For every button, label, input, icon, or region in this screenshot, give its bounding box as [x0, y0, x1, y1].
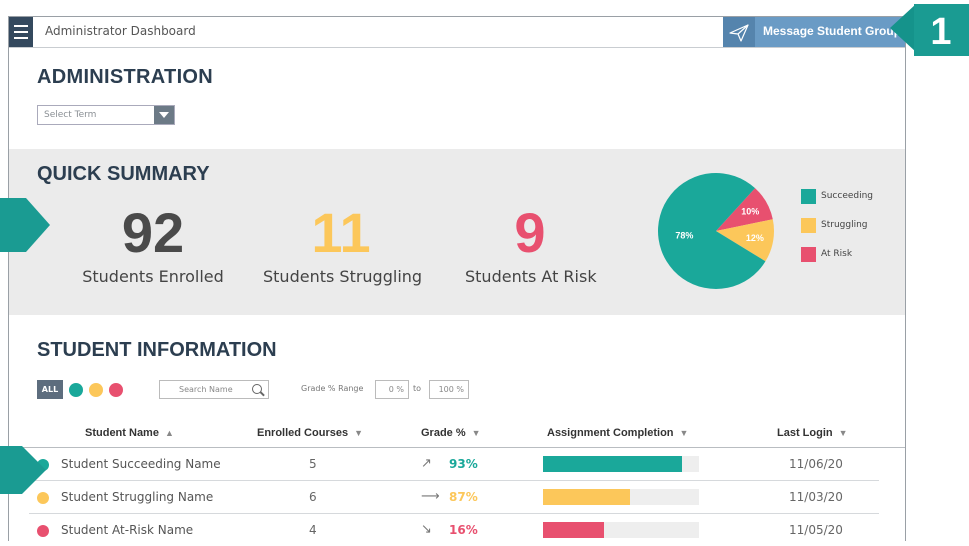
- grade-range-from-input[interactable]: 0 %: [375, 380, 409, 399]
- grade-range-to-input[interactable]: 100 %: [429, 380, 469, 399]
- table-row[interactable]: Student At-Risk Name 4 ↘ 16% 11/05/20: [29, 514, 879, 546]
- trend-down-icon: ↘: [421, 522, 432, 537]
- stat-struggling-label: Students Struggling: [263, 267, 423, 286]
- legend-swatch-succeeding: [801, 189, 816, 204]
- trend-flat-icon: ⟶: [421, 489, 440, 504]
- completion-bar: [543, 522, 699, 538]
- last-login: 11/05/20: [789, 523, 843, 537]
- column-assignment-completion-label: Assignment Completion: [547, 427, 674, 439]
- top-bar: Administrator Dashboard Message Student …: [9, 17, 905, 48]
- status-dot: [37, 525, 49, 537]
- column-last-login-label: Last Login: [777, 427, 833, 439]
- stat-enrolled-label: Students Enrolled: [82, 267, 224, 286]
- student-table-header: Student Name ▲ Enrolled Courses ▼ Grade % ▼…: [9, 421, 905, 448]
- column-last-login[interactable]: Last Login ▼: [777, 427, 848, 439]
- message-button-label: Message Student Group: [763, 24, 902, 38]
- pie-label-struggling: 12%: [746, 233, 764, 243]
- column-enrolled-courses[interactable]: Enrolled Courses ▼: [257, 427, 363, 439]
- sort-down-icon[interactable]: ▼: [472, 428, 481, 438]
- student-name[interactable]: Student At-Risk Name: [61, 523, 193, 537]
- filter-all-button[interactable]: ALL: [37, 380, 63, 399]
- grade-value: 87%: [449, 490, 478, 504]
- search-placeholder: Search Name: [179, 385, 233, 394]
- sort-down-icon[interactable]: ▼: [839, 428, 848, 438]
- last-login: 11/03/20: [789, 490, 843, 504]
- select-term-dropdown[interactable]: Select Term: [37, 105, 175, 125]
- message-student-group-button[interactable]: Message Student Group: [723, 17, 905, 47]
- last-login: 11/06/20: [789, 457, 843, 471]
- legend-swatch-struggling: [801, 218, 816, 233]
- grade-value: 93%: [449, 457, 478, 471]
- callout-badge-1-number: 1: [930, 11, 951, 53]
- column-assignment-completion[interactable]: Assignment Completion ▼: [547, 427, 688, 439]
- completion-bar-fill: [543, 456, 682, 472]
- completion-bar: [543, 489, 699, 505]
- legend-swatch-at-risk: [801, 247, 816, 262]
- callout-marker-2: [0, 198, 50, 252]
- sort-up-icon[interactable]: ▲: [165, 428, 174, 438]
- enrolled-courses: 4: [309, 523, 317, 537]
- enrolled-courses: 6: [309, 490, 317, 504]
- callout-badge-1: 1: [890, 4, 969, 56]
- app-title: Administrator Dashboard: [45, 24, 196, 38]
- status-pie-chart: 10% 12% 78%: [658, 173, 774, 289]
- stat-enrolled: 92 Students Enrolled: [81, 201, 225, 287]
- column-enrolled-courses-label: Enrolled Courses: [257, 427, 349, 439]
- stat-at-risk-label: Students At Risk: [465, 267, 597, 286]
- select-term-placeholder: Select Term: [44, 110, 97, 120]
- student-name[interactable]: Student Succeeding Name: [61, 457, 221, 471]
- enrolled-courses: 5: [309, 457, 317, 471]
- callout-marker-3: [0, 446, 46, 494]
- quick-summary-panel: QUICK SUMMARY 92 Students Enrolled 11 St…: [9, 149, 905, 315]
- stat-struggling: 11 Students Struggling: [263, 201, 423, 287]
- column-grade-label: Grade %: [421, 427, 466, 439]
- table-row[interactable]: Student Succeeding Name 5 ↗ 93% 11/06/20: [29, 448, 879, 481]
- filter-at-risk-dot[interactable]: [109, 383, 123, 397]
- filter-struggling-dot[interactable]: [89, 383, 103, 397]
- filter-succeeding-dot[interactable]: [69, 383, 83, 397]
- stat-enrolled-value: 92: [121, 201, 185, 264]
- sort-down-icon[interactable]: ▼: [354, 428, 363, 438]
- stat-struggling-value: 11: [311, 201, 371, 264]
- dashboard-window: Administrator Dashboard Message Student …: [8, 16, 906, 541]
- paper-plane-icon: [723, 17, 755, 47]
- student-name[interactable]: Student Struggling Name: [61, 490, 213, 504]
- trend-up-icon: ↗: [421, 456, 432, 471]
- column-student-name[interactable]: Student Name ▲: [85, 427, 174, 439]
- search-name-input[interactable]: Search Name: [159, 380, 269, 399]
- completion-bar: [543, 456, 699, 472]
- completion-bar-fill: [543, 489, 631, 505]
- column-grade[interactable]: Grade % ▼: [421, 427, 481, 439]
- table-row[interactable]: Student Struggling Name 6 ⟶ 87% 11/03/20: [29, 481, 879, 514]
- pie-label-succeeding: 78%: [675, 230, 693, 240]
- legend-label-struggling: Struggling: [821, 220, 868, 230]
- column-student-name-label: Student Name: [85, 427, 159, 439]
- grade-range-label: Grade % Range: [301, 384, 364, 393]
- quick-summary-heading: QUICK SUMMARY: [37, 163, 210, 185]
- legend-label-succeeding: Succeeding: [821, 191, 874, 201]
- stat-at-risk: 9 Students At Risk: [465, 201, 597, 287]
- chevron-down-icon[interactable]: [154, 106, 174, 124]
- student-information-heading: STUDENT INFORMATION: [37, 339, 277, 361]
- administration-heading: ADMINISTRATION: [37, 66, 214, 88]
- stat-at-risk-value: 9: [514, 201, 546, 264]
- grade-range-to-label: to: [413, 384, 422, 393]
- legend-label-at-risk: At Risk: [821, 249, 853, 259]
- pie-label-at-risk: 10%: [741, 206, 759, 216]
- hamburger-menu-icon[interactable]: [9, 17, 33, 47]
- sort-down-icon[interactable]: ▼: [680, 428, 689, 438]
- grade-value: 16%: [449, 523, 478, 537]
- search-icon[interactable]: [252, 384, 262, 394]
- completion-bar-fill: [543, 522, 604, 538]
